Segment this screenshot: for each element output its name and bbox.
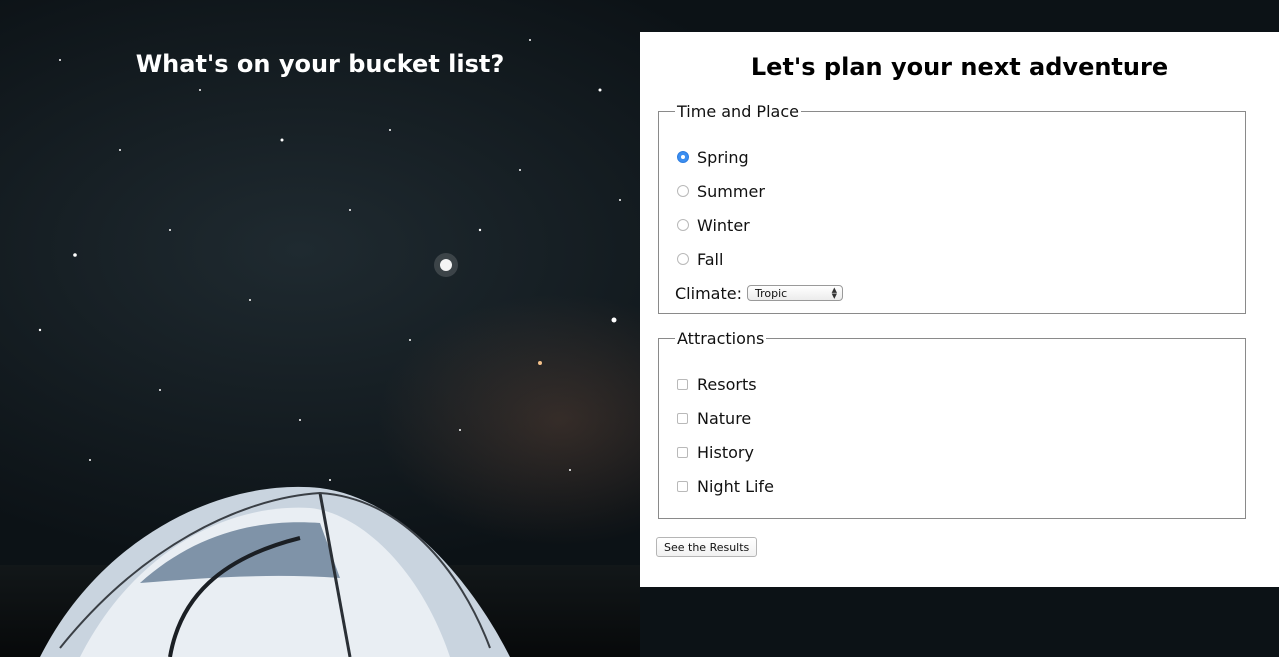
history-checkbox[interactable] bbox=[677, 446, 688, 458]
attraction-option-nature[interactable]: Nature bbox=[677, 408, 751, 428]
climate-label: Climate: bbox=[675, 283, 742, 303]
season-option-summer[interactable]: Summer bbox=[677, 181, 765, 201]
time-and-place-legend: Time and Place bbox=[677, 102, 799, 121]
see-results-button[interactable]: See the Results bbox=[656, 537, 758, 557]
winter-radio[interactable] bbox=[677, 219, 689, 231]
resorts-checkbox[interactable] bbox=[677, 378, 688, 390]
fall-radio[interactable] bbox=[677, 253, 689, 265]
adventure-form-panel: Let's plan your next adventure Time and … bbox=[640, 32, 1279, 587]
climate-select-value: Tropic bbox=[754, 286, 788, 300]
spring-radio[interactable] bbox=[677, 151, 689, 163]
season-option-winter[interactable]: Winter bbox=[677, 215, 750, 235]
attraction-label: Night Life bbox=[697, 476, 774, 496]
attraction-option-night-life[interactable]: Night Life bbox=[677, 476, 774, 496]
attractions-fieldset: Attractions Resorts Nature History Night… bbox=[658, 329, 1246, 519]
time-and-place-fieldset: Time and Place Spring Summer Winter Fall… bbox=[658, 102, 1246, 314]
season-option-spring[interactable]: Spring bbox=[677, 147, 749, 167]
nature-checkbox[interactable] bbox=[677, 412, 688, 424]
season-label: Winter bbox=[697, 215, 750, 235]
attraction-option-resorts[interactable]: Resorts bbox=[677, 374, 757, 394]
form-heading: Let's plan your next adventure bbox=[750, 53, 1169, 81]
select-arrows-icon: ▲ ▼ bbox=[831, 286, 837, 300]
season-label: Spring bbox=[697, 147, 749, 167]
season-option-fall[interactable]: Fall bbox=[677, 249, 723, 269]
climate-row: Climate: Tropic ▲ ▼ bbox=[675, 283, 843, 303]
season-label: Fall bbox=[697, 249, 724, 269]
attraction-label: Nature bbox=[697, 408, 752, 428]
night-life-checkbox[interactable] bbox=[677, 480, 688, 492]
attraction-option-history[interactable]: History bbox=[677, 442, 754, 462]
attraction-label: History bbox=[697, 442, 754, 462]
climate-select[interactable]: Tropic ▲ ▼ bbox=[746, 285, 843, 301]
tent-image bbox=[40, 486, 510, 657]
summer-radio[interactable] bbox=[677, 185, 689, 197]
bucket-list-heading: What's on your bucket list? bbox=[135, 50, 505, 78]
attractions-legend: Attractions bbox=[677, 329, 765, 348]
attraction-label: Resorts bbox=[697, 374, 757, 394]
season-label: Summer bbox=[697, 181, 765, 201]
